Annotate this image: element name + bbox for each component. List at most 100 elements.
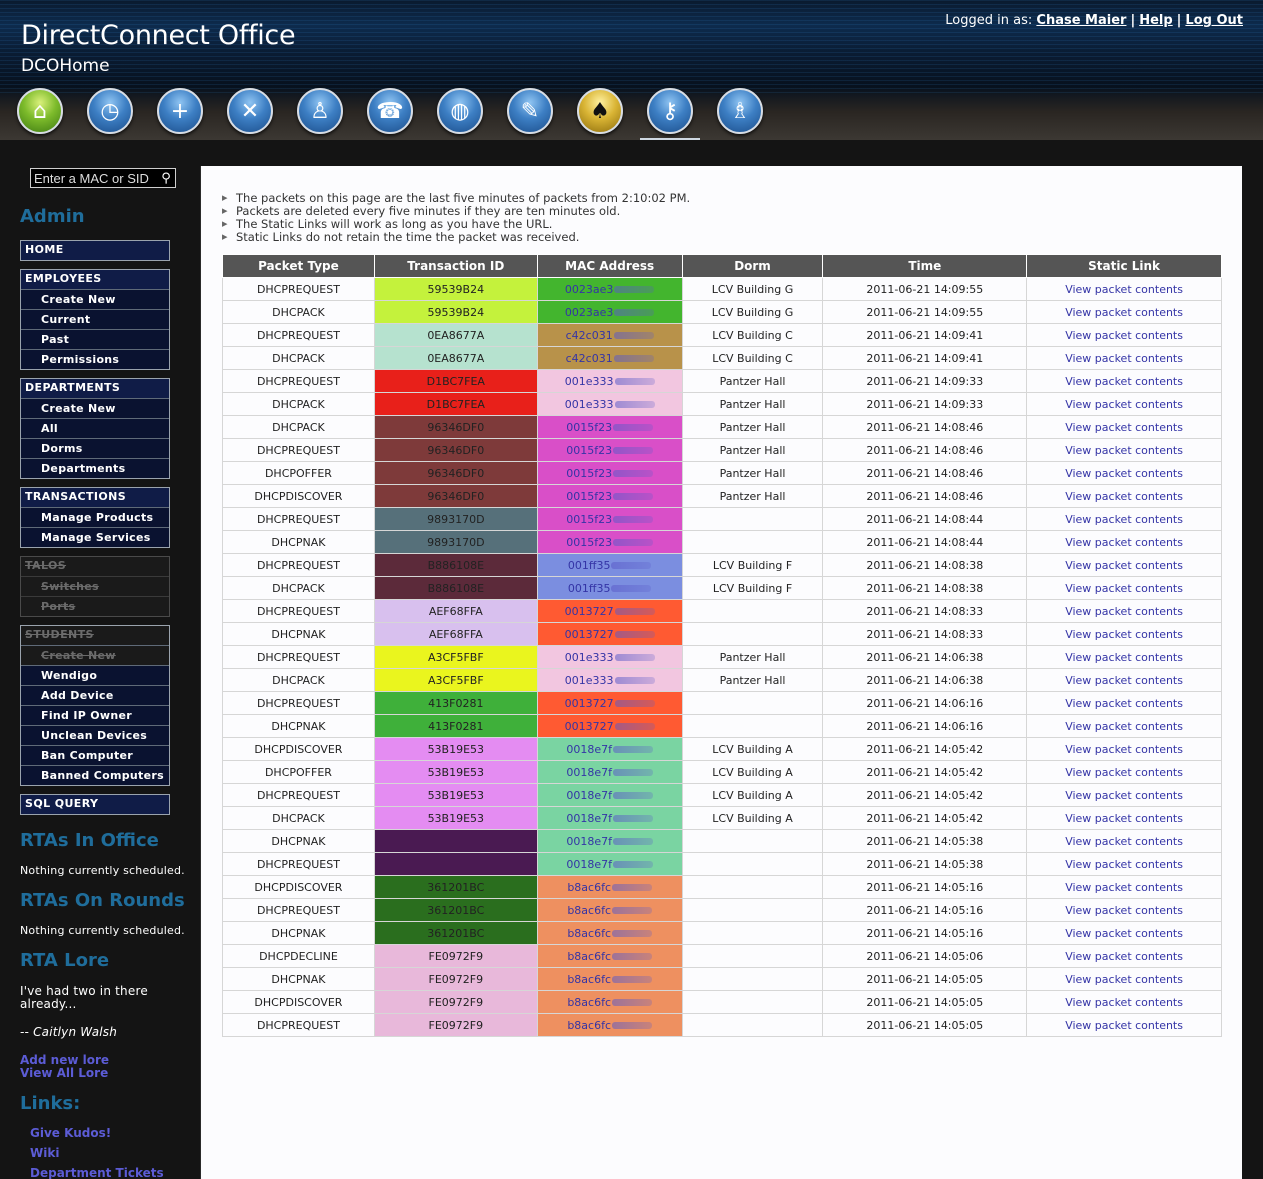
menu-item-unclean-devices[interactable]: Unclean Devices	[21, 725, 169, 745]
mac-address-text[interactable]: 0023ae3	[565, 283, 614, 296]
menu-item-ban-computer[interactable]: Ban Computer	[21, 745, 169, 765]
mac-address-cell[interactable]: b8ac6fc	[536, 1013, 683, 1037]
mac-address-cell[interactable]: 0023ae3	[536, 277, 683, 301]
mac-address-text[interactable]: 0018e7f	[566, 766, 612, 779]
view-packet-link[interactable]: View packet contents	[1065, 467, 1183, 480]
mac-address-text[interactable]: 0018e7f	[566, 743, 612, 756]
view-packet-link[interactable]: View packet contents	[1065, 352, 1183, 365]
mac-address-text[interactable]: b8ac6fc	[567, 904, 611, 917]
view-packet-link[interactable]: View packet contents	[1065, 789, 1183, 802]
mac-address-text[interactable]: 001e333	[565, 651, 614, 664]
mac-address-cell[interactable]: b8ac6fc	[536, 967, 683, 991]
menu-item-create-new[interactable]: Create New	[21, 398, 169, 418]
mac-address-cell[interactable]: 0015f23	[536, 507, 683, 531]
mac-address-text[interactable]: 001ff35	[568, 582, 611, 595]
view-packet-link[interactable]: View packet contents	[1065, 306, 1183, 319]
menu-header-employees[interactable]: EMPLOYEES	[21, 270, 169, 289]
mac-address-cell[interactable]: 0013727	[536, 714, 683, 738]
mac-address-cell[interactable]: 0018e7f	[536, 760, 683, 784]
tools-icon[interactable]: ✕	[227, 88, 273, 134]
mac-address-cell[interactable]: 0013727	[536, 622, 683, 646]
link-give-kudos[interactable]: Give Kudos!	[30, 1126, 111, 1140]
mac-address-text[interactable]: 0015f23	[566, 467, 612, 480]
view-packet-link[interactable]: View packet contents	[1065, 674, 1183, 687]
mac-address-text[interactable]: 0015f23	[566, 490, 612, 503]
mac-address-cell[interactable]: b8ac6fc	[536, 875, 683, 899]
view-packet-link[interactable]: View packet contents	[1065, 605, 1183, 618]
mac-address-text[interactable]: b8ac6fc	[567, 927, 611, 940]
help-link[interactable]: Help	[1139, 13, 1172, 28]
mac-address-text[interactable]: 0013727	[565, 697, 614, 710]
mac-address-cell[interactable]: c42c031	[536, 346, 683, 370]
mac-address-cell[interactable]: 0018e7f	[536, 852, 683, 876]
mac-address-text[interactable]: b8ac6fc	[567, 1019, 611, 1032]
menu-home[interactable]: HOME	[21, 241, 169, 260]
view-packet-link[interactable]: View packet contents	[1065, 973, 1183, 986]
mac-address-cell[interactable]: 0018e7f	[536, 737, 683, 761]
menu-sql-query[interactable]: SQL QUERY	[21, 795, 169, 814]
mac-address-cell[interactable]: 001e333	[536, 645, 683, 669]
menu-header-departments[interactable]: DEPARTMENTS	[21, 379, 169, 398]
mac-address-cell[interactable]: 0015f23	[536, 438, 683, 462]
mac-address-cell[interactable]: 0018e7f	[536, 783, 683, 807]
mac-address-text[interactable]: 0013727	[565, 605, 614, 618]
mac-address-cell[interactable]: b8ac6fc	[536, 921, 683, 945]
mac-address-cell[interactable]: 001e333	[536, 668, 683, 692]
mac-address-text[interactable]: 001e333	[565, 398, 614, 411]
mac-address-cell[interactable]: 001e333	[536, 369, 683, 393]
mac-address-text[interactable]: 0015f23	[566, 513, 612, 526]
mac-address-cell[interactable]: b8ac6fc	[536, 990, 683, 1014]
logout-link[interactable]: Log Out	[1185, 13, 1243, 28]
search-icon[interactable]: ⚲	[157, 169, 175, 187]
view-packet-link[interactable]: View packet contents	[1065, 329, 1183, 342]
view-packet-link[interactable]: View packet contents	[1065, 651, 1183, 664]
mac-address-text[interactable]: 0013727	[565, 720, 614, 733]
user-name-link[interactable]: Chase Maier	[1036, 13, 1126, 28]
view-packet-link[interactable]: View packet contents	[1065, 996, 1183, 1009]
menu-item-departments[interactable]: Departments	[21, 458, 169, 478]
view-packet-link[interactable]: View packet contents	[1065, 1019, 1183, 1032]
search-input[interactable]	[31, 170, 157, 186]
group-icon[interactable]: ♗	[717, 88, 763, 134]
view-packet-link[interactable]: View packet contents	[1065, 513, 1183, 526]
view-packet-link[interactable]: View packet contents	[1065, 421, 1183, 434]
view-packet-link[interactable]: View packet contents	[1065, 904, 1183, 917]
mac-address-cell[interactable]: c42c031	[536, 323, 683, 347]
menu-item-add-device[interactable]: Add Device	[21, 685, 169, 705]
pen-icon[interactable]: ✎	[507, 88, 553, 134]
mac-address-cell[interactable]: b8ac6fc	[536, 898, 683, 922]
mac-address-cell[interactable]: b8ac6fc	[536, 944, 683, 968]
mac-address-cell[interactable]: 0013727	[536, 599, 683, 623]
mac-address-text[interactable]: b8ac6fc	[567, 996, 611, 1009]
mac-address-cell[interactable]: 0023ae3	[536, 300, 683, 324]
view-packet-link[interactable]: View packet contents	[1065, 697, 1183, 710]
mac-address-text[interactable]: 0015f23	[566, 536, 612, 549]
mac-address-text[interactable]: c42c031	[566, 329, 613, 342]
view-packet-link[interactable]: View packet contents	[1065, 743, 1183, 756]
view-packet-link[interactable]: View packet contents	[1065, 536, 1183, 549]
mac-address-cell[interactable]: 0015f23	[536, 461, 683, 485]
menu-item-wendigo[interactable]: Wendigo	[21, 665, 169, 685]
view-lore-link[interactable]: View All Lore	[20, 1066, 108, 1080]
mac-address-text[interactable]: b8ac6fc	[567, 973, 611, 986]
mac-address-text[interactable]: 0018e7f	[566, 835, 612, 848]
mac-address-text[interactable]: 0023ae3	[565, 306, 614, 319]
menu-item-permissions[interactable]: Permissions	[21, 349, 169, 369]
mac-address-text[interactable]: 0015f23	[566, 421, 612, 434]
mac-address-cell[interactable]: 0015f23	[536, 484, 683, 508]
mac-address-cell[interactable]: 0018e7f	[536, 829, 683, 853]
key-icon[interactable]: ⚷	[647, 88, 693, 134]
view-packet-link[interactable]: View packet contents	[1065, 881, 1183, 894]
menu-item-manage-services[interactable]: Manage Services	[21, 527, 169, 547]
view-packet-link[interactable]: View packet contents	[1065, 950, 1183, 963]
home-icon[interactable]: ⌂	[17, 88, 63, 134]
link-wiki[interactable]: Wiki	[30, 1146, 59, 1160]
people-icon[interactable]: ♙	[297, 88, 343, 134]
view-packet-link[interactable]: View packet contents	[1065, 398, 1183, 411]
menu-item-create-new[interactable]: Create New	[21, 289, 169, 309]
mac-address-text[interactable]: 001ff35	[568, 559, 611, 572]
menu-item-banned-computers[interactable]: Banned Computers	[21, 765, 169, 785]
mac-address-text[interactable]: b8ac6fc	[567, 950, 611, 963]
view-packet-link[interactable]: View packet contents	[1065, 927, 1183, 940]
spade-icon[interactable]: ♠	[577, 88, 623, 134]
